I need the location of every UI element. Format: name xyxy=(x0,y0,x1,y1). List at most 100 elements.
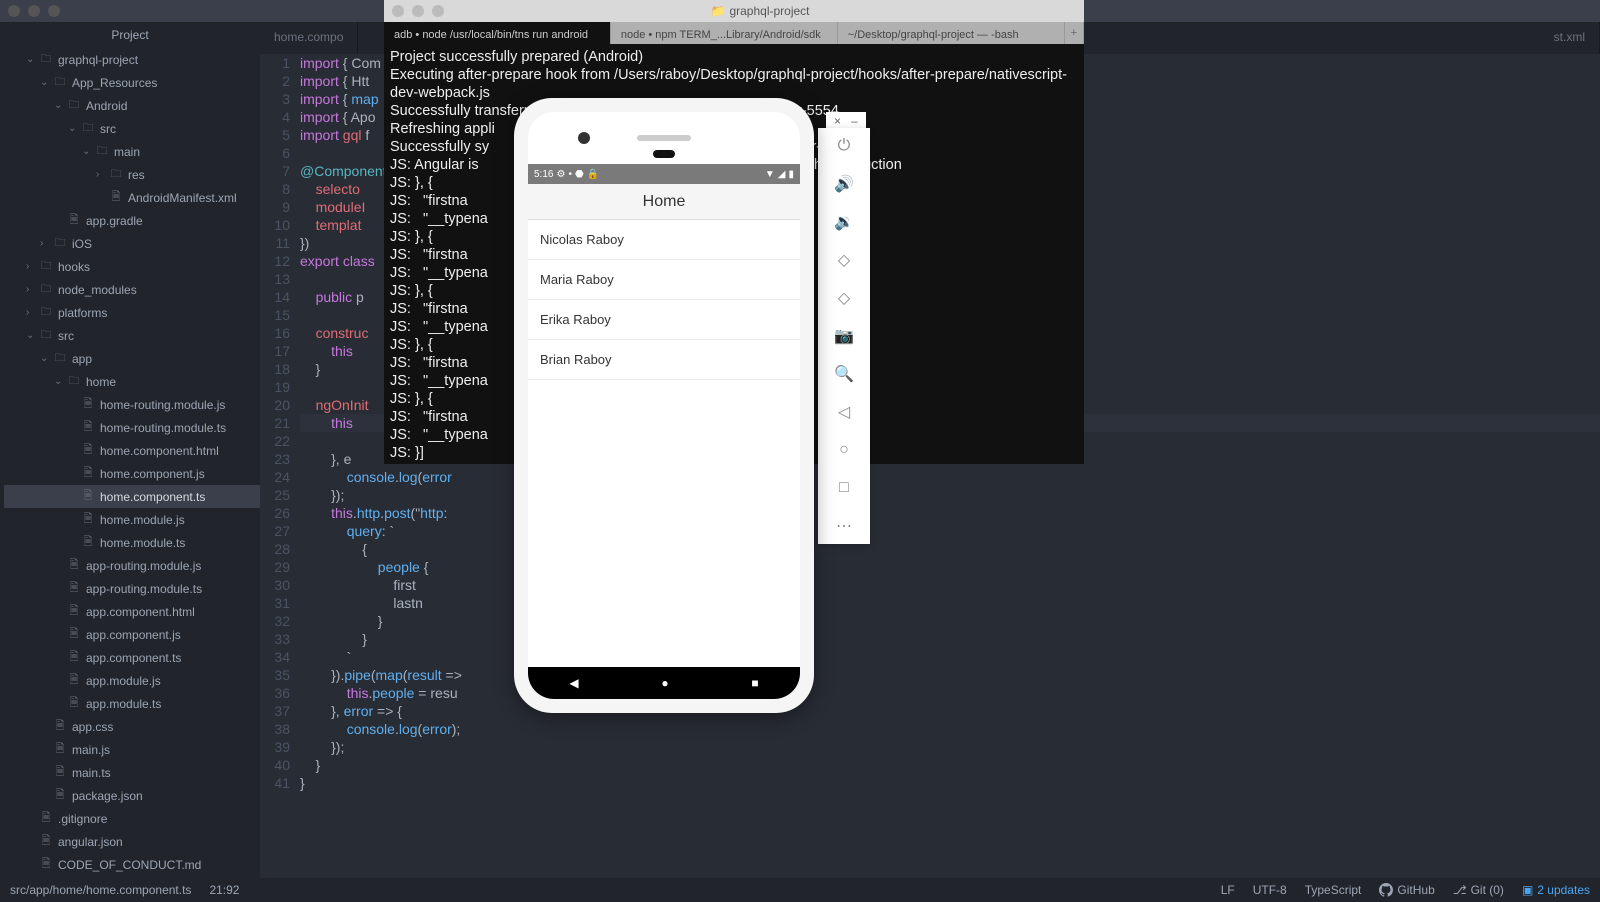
tree-file[interactable]: 🗎app-routing.module.ts xyxy=(4,577,260,600)
device-sensor xyxy=(653,150,675,158)
tree-file[interactable]: 🗎home-routing.module.js xyxy=(4,393,260,416)
tree-folder[interactable]: ⌄🗀app xyxy=(4,347,260,370)
tree-label: home-routing.module.js xyxy=(100,398,225,412)
tree-label: hooks xyxy=(58,260,90,274)
tree-label: home xyxy=(86,375,116,389)
tree-folder[interactable]: ›🗀res xyxy=(4,163,260,186)
tree-folder[interactable]: ⌄🗀src xyxy=(4,324,260,347)
tree-label: app.gradle xyxy=(86,214,143,228)
tree-folder[interactable]: ›🗀hooks xyxy=(4,255,260,278)
chevron-icon: ⌄ xyxy=(26,330,38,341)
tree-label: CODE_OF_CONDUCT.md xyxy=(58,858,201,872)
tree-file[interactable]: 🗎main.ts xyxy=(4,761,260,784)
status-git[interactable]: ⎇ Git (0) xyxy=(1453,883,1504,897)
app-header: Home xyxy=(528,184,800,220)
tree-file[interactable]: 🗎CODE_OF_CONDUCT.md xyxy=(4,853,260,876)
tree-file[interactable]: 🗎app-routing.module.js xyxy=(4,554,260,577)
file-icon: 🗎 xyxy=(38,809,54,828)
tree-folder[interactable]: ⌄🗀Android xyxy=(4,94,260,117)
file-icon: 🗎 xyxy=(66,694,82,713)
terminal-tab[interactable]: adb • node /usr/local/bin/tns run androi… xyxy=(384,22,611,44)
traffic-lights[interactable] xyxy=(392,5,444,17)
tree-file[interactable]: 🗎.gitignore xyxy=(4,807,260,830)
terminal-tab[interactable]: ~/Desktop/graphql-project — -bash xyxy=(838,22,1065,44)
tree-file[interactable]: 🗎home.component.html xyxy=(4,439,260,462)
app-list[interactable]: Nicolas RaboyMaria RaboyErika RaboyBrian… xyxy=(528,220,800,667)
android-nav-bar[interactable]: ◀ ● ■ xyxy=(528,667,800,699)
list-item[interactable]: Brian Raboy xyxy=(528,340,800,380)
tree-folder[interactable]: ⌄🗀main xyxy=(4,140,260,163)
tree-file[interactable]: 🗎app.module.ts xyxy=(4,692,260,715)
folder-icon: 🗀 xyxy=(52,73,68,92)
file-icon: 🗎 xyxy=(108,188,124,207)
tree-file[interactable]: 🗎home.component.js xyxy=(4,462,260,485)
tree-file[interactable]: 🗎angular.json xyxy=(4,830,260,853)
chevron-icon: › xyxy=(26,307,38,318)
tree-label: graphql-project xyxy=(58,53,138,67)
battery-icon: ▮ xyxy=(788,169,794,180)
tree-label: app.component.html xyxy=(86,605,195,619)
editor-tab[interactable]: st.xml xyxy=(1540,22,1600,54)
file-icon: 🗎 xyxy=(66,602,82,621)
nav-back-icon[interactable]: ◀ xyxy=(569,676,578,690)
tree-folder[interactable]: ⌄🗀home xyxy=(4,370,260,393)
folder-icon: 📁 xyxy=(711,2,726,20)
tree-file[interactable]: 🗎app.component.js xyxy=(4,623,260,646)
file-tree[interactable]: ⌄🗀graphql-project⌄🗀App_Resources⌄🗀Androi… xyxy=(0,48,260,878)
tree-file[interactable]: 🗎home-routing.module.ts xyxy=(4,416,260,439)
status-lf[interactable]: LF xyxy=(1221,883,1235,897)
file-icon: 🗎 xyxy=(52,717,68,736)
nav-home-icon[interactable]: ● xyxy=(661,676,668,690)
status-github[interactable]: GitHub xyxy=(1379,883,1434,897)
lock-icon: 🔒 xyxy=(587,169,599,180)
tree-file[interactable]: 🗎package.json xyxy=(4,784,260,807)
tree-file[interactable]: 🗎AndroidManifest.xml xyxy=(4,186,260,209)
tree-label: app.component.js xyxy=(86,628,181,642)
tree-folder[interactable]: ›🗀iOS xyxy=(4,232,260,255)
file-icon: 🗎 xyxy=(80,510,96,529)
tree-file[interactable]: 🗎app.css xyxy=(4,715,260,738)
file-icon: 🗎 xyxy=(66,671,82,690)
folder-icon: 🗀 xyxy=(38,50,54,69)
chevron-icon: ⌄ xyxy=(40,353,52,364)
list-item[interactable]: Maria Raboy xyxy=(528,260,800,300)
device-screen[interactable]: 5:16 ⚙ • ⬣ 🔒 ▼ ◢ ▮ Home Nicolas RaboyMar… xyxy=(528,164,800,699)
nav-overview-icon[interactable]: ■ xyxy=(751,676,758,690)
tree-folder[interactable]: ⌄🗀src xyxy=(4,117,260,140)
terminal-tabs[interactable]: adb • node /usr/local/bin/tns run androi… xyxy=(384,22,1084,44)
tree-label: app.module.js xyxy=(86,674,161,688)
tree-file[interactable]: 🗎 app.module.js xyxy=(4,669,260,692)
tree-file[interactable]: 🗎main.js xyxy=(4,738,260,761)
android-emulator[interactable]: 5:16 ⚙ • ⬣ 🔒 ▼ ◢ ▮ Home Nicolas RaboyMar… xyxy=(514,98,869,713)
status-encoding[interactable]: UTF-8 xyxy=(1253,883,1287,897)
tree-folder[interactable]: ›🗀node_modules xyxy=(4,278,260,301)
tree-folder[interactable]: ›🗀platforms xyxy=(4,301,260,324)
chevron-icon: ⌄ xyxy=(26,54,38,65)
folder-icon: 🗀 xyxy=(94,142,110,161)
tree-file[interactable]: 🗎app.component.ts xyxy=(4,646,260,669)
file-icon: 🗎 xyxy=(66,648,82,667)
tree-label: platforms xyxy=(58,306,107,320)
tree-file[interactable]: 🗎 app.component.html xyxy=(4,600,260,623)
github-icon xyxy=(1379,883,1393,897)
tree-file[interactable]: 🗎home.module.ts xyxy=(4,531,260,554)
status-updates[interactable]: ▣ 2 updates xyxy=(1522,883,1590,897)
traffic-lights[interactable] xyxy=(8,5,60,17)
terminal-titlebar[interactable]: 📁graphql-project xyxy=(384,0,1084,22)
tree-file[interactable]: 🗎home.module.js xyxy=(4,508,260,531)
tree-label: home.component.html xyxy=(100,444,219,458)
tree-file[interactable]: 🗎app.gradle xyxy=(4,209,260,232)
tree-folder[interactable]: ⌄🗀 graphql-project xyxy=(4,48,260,71)
terminal-tab[interactable]: node • npm TERM_...Library/Android/sdk xyxy=(611,22,838,44)
list-item[interactable]: Erika Raboy xyxy=(528,300,800,340)
chevron-icon: › xyxy=(40,238,52,249)
editor-tab[interactable]: home.compo xyxy=(260,22,358,54)
status-language[interactable]: TypeScript xyxy=(1305,883,1362,897)
add-tab-button[interactable]: + xyxy=(1065,22,1084,44)
wifi-icon: ▼ xyxy=(765,169,775,180)
tree-label: main xyxy=(114,145,140,159)
tree-folder[interactable]: ⌄🗀App_Resources xyxy=(4,71,260,94)
tree-label: src xyxy=(100,122,116,136)
tree-file[interactable]: 🗎home.component.ts xyxy=(4,485,260,508)
list-item[interactable]: Nicolas Raboy xyxy=(528,220,800,260)
